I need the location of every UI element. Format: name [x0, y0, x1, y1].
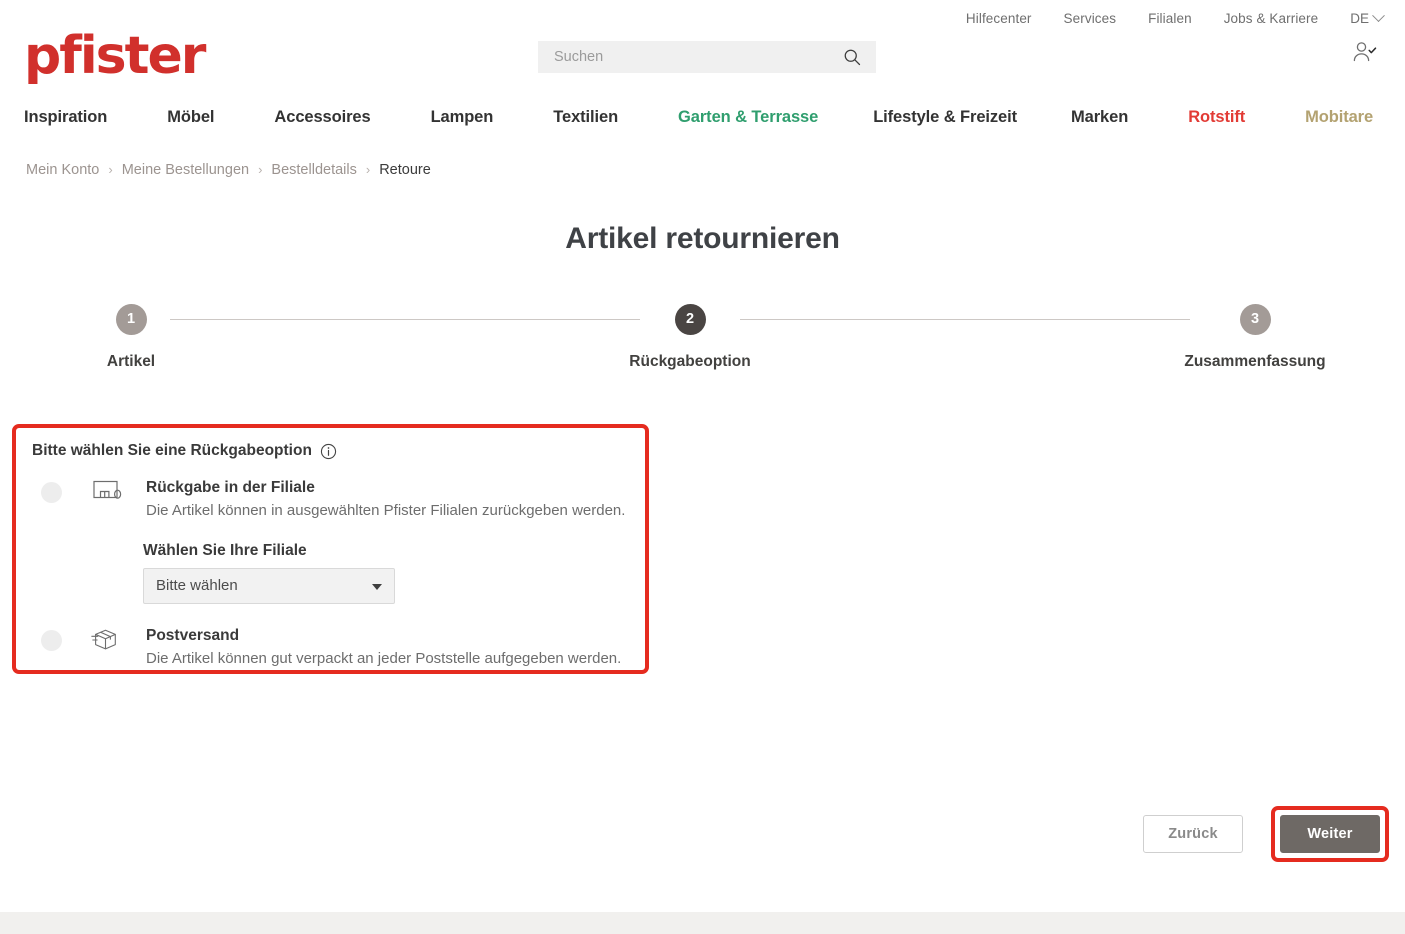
nav-item-accessoires[interactable]: Accessoires: [274, 108, 370, 127]
breadcrumb-separator-icon: ›: [258, 163, 262, 176]
nav-item-lampen[interactable]: Lampen: [431, 108, 494, 127]
back-button[interactable]: Zurück: [1143, 815, 1243, 853]
stepper-step-3-number: 3: [1240, 304, 1271, 335]
return-option-store[interactable]: Rückgabe in der Filiale Die Artikel könn…: [32, 478, 629, 521]
stepper-step-3[interactable]: 3 Zusammenfassung: [1145, 304, 1365, 371]
return-option-post-title: Postversand: [146, 626, 621, 647]
page-title: Artikel retournieren: [0, 222, 1405, 256]
progress-stepper: 1 Artikel 2 Rückgabeoption 3 Zusammenfas…: [0, 304, 1405, 384]
stepper-connector-2: [740, 319, 1190, 320]
nav-item-moebel[interactable]: Möbel: [167, 108, 214, 127]
utility-link-services[interactable]: Services: [1064, 11, 1117, 26]
next-button-highlight: Weiter: [1271, 806, 1389, 862]
stepper-step-1[interactable]: 1 Artikel: [21, 304, 241, 371]
next-button[interactable]: Weiter: [1280, 815, 1380, 853]
form-actions: Zurück Weiter: [1143, 806, 1389, 862]
language-switcher[interactable]: DE: [1350, 11, 1383, 26]
nav-item-rotstift[interactable]: Rotstift: [1188, 108, 1245, 127]
stepper-step-2-label: Rückgabeoption: [629, 353, 750, 371]
nav-item-inspiration[interactable]: Inspiration: [24, 108, 107, 127]
return-option-post[interactable]: Postversand Die Artikel können gut verpa…: [32, 626, 629, 669]
return-option-post-radio[interactable]: [41, 630, 62, 651]
breadcrumb-item-mein-konto[interactable]: Mein Konto: [26, 162, 99, 178]
info-circle-icon[interactable]: [320, 443, 337, 460]
utility-link-filialen[interactable]: Filialen: [1148, 11, 1192, 26]
return-option-panel-highlight: Bitte wählen Sie eine Rückgabeoption Rüc…: [12, 424, 649, 674]
stepper-step-1-number: 1: [116, 304, 147, 335]
nav-item-mobitare[interactable]: Mobitare: [1305, 108, 1373, 127]
search-input[interactable]: [552, 48, 842, 66]
user-check-icon[interactable]: [1349, 38, 1379, 68]
branch-select[interactable]: Bitte wählen: [143, 568, 395, 604]
store-icon-wrap: [87, 479, 129, 505]
footer-strip: [0, 912, 1405, 934]
language-label: DE: [1350, 11, 1369, 26]
search-icon[interactable]: [842, 47, 862, 67]
return-option-heading: Bitte wählen Sie eine Rückgabeoption: [32, 442, 629, 460]
return-option-store-description: Die Artikel können in ausgewählten Pfist…: [146, 500, 625, 521]
branch-picker-label: Wählen Sie Ihre Filiale: [143, 542, 629, 560]
branch-picker: Wählen Sie Ihre Filiale Bitte wählen: [143, 542, 629, 604]
store-icon: [93, 479, 123, 505]
nav-item-marken[interactable]: Marken: [1071, 108, 1128, 127]
breadcrumb: Mein Konto › Meine Bestellungen › Bestel…: [0, 136, 1405, 178]
stepper-step-2[interactable]: 2 Rückgabeoption: [580, 304, 800, 371]
return-option-store-text: Rückgabe in der Filiale Die Artikel könn…: [146, 478, 625, 521]
brand-row: pfister: [0, 36, 1405, 98]
breadcrumb-separator-icon: ›: [366, 163, 370, 176]
utility-nav: Hilfecenter Services Filialen Jobs & Kar…: [0, 0, 1405, 36]
nav-item-garten-terrasse[interactable]: Garten & Terrasse: [678, 108, 818, 127]
main-nav: Inspiration Möbel Accessoires Lampen Tex…: [0, 98, 1405, 136]
chevron-down-icon: [1372, 9, 1385, 22]
pfister-logo[interactable]: pfister: [24, 30, 204, 82]
utility-link-hilfecenter[interactable]: Hilfecenter: [966, 11, 1032, 26]
breadcrumb-separator-icon: ›: [108, 163, 112, 176]
return-option-post-description: Die Artikel können gut verpackt an jeder…: [146, 648, 621, 669]
package-icon-wrap: [87, 627, 129, 655]
return-option-store-radio[interactable]: [41, 482, 62, 503]
return-option-heading-text: Bitte wählen Sie eine Rückgabeoption: [32, 442, 312, 460]
utility-link-jobs-karriere[interactable]: Jobs & Karriere: [1224, 11, 1319, 26]
return-option-post-text: Postversand Die Artikel können gut verpa…: [146, 626, 621, 669]
stepper-step-3-label: Zusammenfassung: [1184, 353, 1325, 371]
branch-select-wrap[interactable]: Bitte wählen: [143, 568, 395, 604]
search-box[interactable]: [538, 41, 876, 73]
stepper-step-2-number: 2: [675, 304, 706, 335]
nav-item-lifestyle-freizeit[interactable]: Lifestyle & Freizeit: [873, 108, 1017, 127]
return-option-store-title: Rückgabe in der Filiale: [146, 478, 625, 499]
package-shipping-icon: [91, 627, 125, 655]
breadcrumb-item-meine-bestellungen[interactable]: Meine Bestellungen: [122, 162, 249, 178]
return-option-panel: Bitte wählen Sie eine Rückgabeoption Rüc…: [16, 428, 645, 669]
stepper-step-1-label: Artikel: [107, 353, 155, 371]
breadcrumb-item-bestelldetails[interactable]: Bestelldetails: [271, 162, 356, 178]
nav-item-textilien[interactable]: Textilien: [553, 108, 618, 127]
breadcrumb-item-retoure: Retoure: [379, 162, 431, 178]
